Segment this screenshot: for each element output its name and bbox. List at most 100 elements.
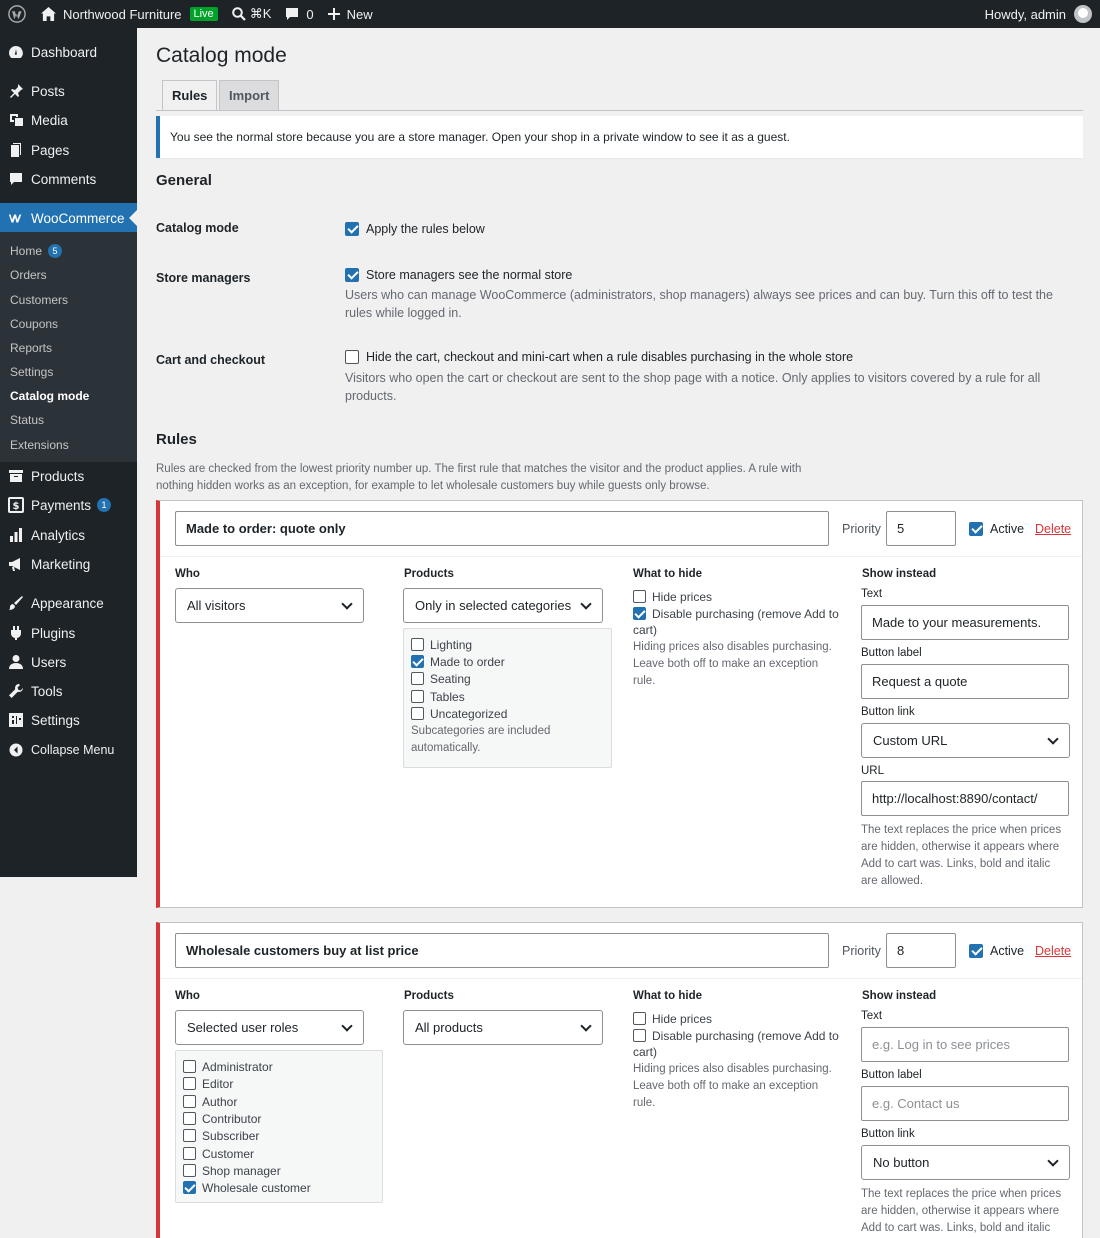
disable-purchasing-checkbox[interactable] [633, 607, 646, 621]
menu-collapse[interactable]: Collapse Menu [0, 735, 137, 765]
tab-import[interactable]: Import [219, 80, 280, 111]
role-checkbox[interactable] [183, 1181, 196, 1195]
cart-checkout-checkbox[interactable] [345, 349, 359, 364]
role-checkbox[interactable] [183, 1164, 196, 1178]
menu-products[interactable]: Products [0, 461, 137, 491]
replacement-text-input[interactable]: Made to your measurements. [861, 605, 1069, 640]
store-managers-checkbox[interactable] [345, 267, 359, 282]
active-checkbox[interactable] [969, 521, 983, 536]
role-checkbox[interactable] [183, 1077, 196, 1091]
role-checkbox[interactable] [183, 1060, 196, 1074]
apply-rules-checkbox[interactable] [345, 221, 359, 236]
submenu-extensions[interactable]: Extensions [10, 438, 69, 452]
category-option[interactable]: Tables [411, 689, 465, 704]
wordpress-logo-icon[interactable] [0, 0, 34, 28]
new-content-link[interactable]: New [321, 0, 380, 28]
apply-rules-option[interactable]: Apply the rules below [345, 220, 485, 236]
menu-appearance[interactable]: Appearance [0, 588, 137, 618]
category-option[interactable]: Uncategorized [411, 706, 507, 721]
role-option[interactable]: Wholesale customer [183, 1180, 311, 1195]
category-checkbox[interactable] [411, 655, 424, 669]
delete-rule-link[interactable]: Delete [1035, 522, 1071, 536]
cart-checkout-checkbox-label: Hide the cart, checkout and mini-cart wh… [366, 349, 854, 364]
cart-checkout-option[interactable]: Hide the cart, checkout and mini-cart wh… [345, 348, 853, 364]
disable-purchasing-option[interactable]: Disable purchasing (remove Add to [633, 606, 839, 621]
menu-analytics[interactable]: Analytics [0, 520, 137, 550]
button-link-select[interactable]: No button [861, 1145, 1070, 1180]
menu-pages[interactable]: Pages [0, 135, 137, 165]
site-name-link[interactable]: Northwood Furniture Live [34, 0, 225, 28]
menu-woocommerce[interactable]: WooCommerce [0, 203, 137, 233]
menu-plugins[interactable]: Plugins [0, 618, 137, 648]
category-option[interactable]: Made to order [411, 654, 505, 669]
who-select[interactable]: Selected user roles [175, 1010, 364, 1045]
button-link-select[interactable]: Custom URL [861, 723, 1070, 758]
priority-input[interactable]: 8 [886, 933, 956, 968]
role-checkbox[interactable] [183, 1095, 196, 1109]
submenu-home[interactable]: Home 5 [10, 244, 63, 258]
hide-prices-option[interactable]: Hide prices [633, 1011, 712, 1026]
role-option[interactable]: Subscriber [183, 1128, 259, 1143]
menu-payments[interactable]: $ Payments 1 [0, 490, 137, 520]
search-shortcut-button[interactable]: ⌘K [225, 0, 279, 28]
tab-rules[interactable]: Rules [162, 80, 218, 111]
cart-checkout-label: Cart and checkout [156, 353, 266, 367]
category-checkbox[interactable] [411, 690, 424, 704]
category-option[interactable]: Lighting [411, 637, 472, 652]
submenu-coupons[interactable]: Coupons [10, 317, 58, 331]
rule-name-input[interactable]: Made to order: quote only [175, 511, 829, 546]
role-option[interactable]: Customer [183, 1146, 254, 1161]
delete-rule-link[interactable]: Delete [1035, 944, 1071, 958]
role-checkbox[interactable] [183, 1112, 196, 1126]
role-option[interactable]: Administrator [183, 1059, 273, 1074]
category-option[interactable]: Seating [411, 671, 471, 686]
active-checkbox[interactable] [969, 943, 983, 958]
disable-purchasing-checkbox[interactable] [633, 1029, 646, 1043]
submenu-customers[interactable]: Customers [10, 293, 68, 307]
rule-name-input[interactable]: Wholesale customers buy at list price [175, 933, 829, 968]
role-option[interactable]: Shop manager [183, 1163, 281, 1178]
role-option[interactable]: Author [183, 1094, 237, 1109]
role-option[interactable]: Contributor [183, 1111, 261, 1126]
button-label-input[interactable]: Request a quote [861, 664, 1069, 699]
what-to-hide-heading: What to hide [633, 568, 702, 580]
role-option[interactable]: Editor [183, 1076, 233, 1091]
active-option[interactable]: Active [969, 942, 1024, 958]
comments-link[interactable]: 0 [278, 0, 320, 28]
hide-prices-checkbox[interactable] [633, 1012, 646, 1026]
role-checkbox[interactable] [183, 1147, 196, 1161]
menu-marketing[interactable]: Marketing [0, 549, 137, 579]
store-managers-option[interactable]: Store managers see the normal store [345, 266, 572, 282]
submenu-reports[interactable]: Reports [10, 341, 52, 355]
menu-comments[interactable]: Comments [0, 164, 137, 194]
who-select[interactable]: All visitors [175, 588, 364, 623]
category-checkbox[interactable] [411, 707, 424, 721]
products-select[interactable]: Only in selected categories [403, 588, 603, 623]
category-checkbox[interactable] [411, 638, 424, 652]
submenu-status[interactable]: Status [10, 413, 44, 427]
products-select[interactable]: All products [403, 1010, 603, 1045]
category-checkbox[interactable] [411, 672, 424, 686]
menu-posts[interactable]: Posts [0, 76, 137, 106]
menu-label: Comments [31, 171, 97, 187]
submenu-catalog-mode[interactable]: Catalog mode [10, 389, 89, 403]
menu-users[interactable]: Users [0, 647, 137, 677]
disable-purchasing-option[interactable]: Disable purchasing (remove Add to [633, 1028, 839, 1043]
role-checkbox[interactable] [183, 1129, 196, 1143]
button-label-input[interactable]: e.g. Contact us [861, 1086, 1069, 1121]
active-option[interactable]: Active [969, 520, 1024, 536]
hide-prices-option[interactable]: Hide prices [633, 589, 712, 604]
hide-prices-checkbox[interactable] [633, 590, 646, 604]
my-account-link[interactable]: Howdy, admin [985, 0, 1092, 28]
menu-dashboard[interactable]: Dashboard [0, 37, 137, 67]
submenu-orders[interactable]: Orders [10, 268, 47, 282]
plugin-icon [8, 625, 24, 641]
replacement-text-input[interactable]: e.g. Log in to see prices [861, 1027, 1069, 1062]
archive-icon [8, 468, 24, 484]
priority-input[interactable]: 5 [886, 511, 956, 546]
menu-tools[interactable]: Tools [0, 676, 137, 706]
menu-settings[interactable]: Settings [0, 705, 137, 735]
submenu-settings[interactable]: Settings [10, 365, 53, 379]
url-input[interactable]: http://localhost:8890/contact/ [861, 781, 1069, 816]
menu-media[interactable]: Media [0, 105, 137, 135]
